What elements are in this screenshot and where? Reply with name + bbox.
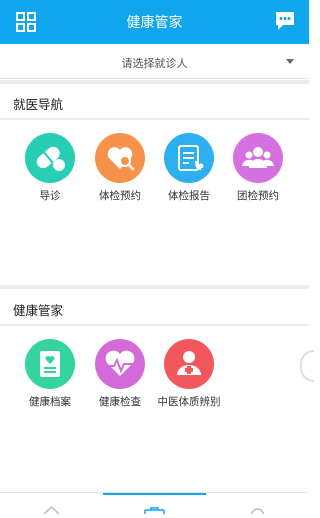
tile-guide[interactable]: 导诊 [15, 133, 85, 203]
section-divider [0, 118, 309, 120]
tile-group-booking[interactable]: 团检预约 [223, 133, 293, 203]
active-tab-indicator [103, 493, 206, 495]
section-title-medical-navigation: 就医导航 [13, 97, 64, 112]
user-icon [250, 508, 265, 518]
tile-label: 健康检查 [99, 396, 141, 408]
tile-label: 中医体质辨别 [157, 396, 221, 408]
tile-label: 体检报告 [168, 190, 210, 202]
caret-down-icon [286, 59, 294, 64]
tile-health-check[interactable]: 健康检查 [85, 339, 155, 409]
section-separator [0, 285, 309, 289]
tile-tcm-constitution[interactable]: 中医体质辨别 [154, 339, 224, 409]
tcm-person-icon [164, 339, 214, 389]
tab-profile[interactable] [206, 493, 309, 518]
tab-home[interactable] [0, 493, 103, 515]
tile-label: 健康档案 [29, 396, 71, 408]
tile-label: 体检预约 [99, 190, 141, 202]
pills-icon [25, 133, 75, 183]
report-stethoscope-icon [164, 133, 214, 183]
group-icon [233, 133, 283, 183]
heart-search-icon [95, 133, 145, 183]
top-bar: 健康管家 [0, 0, 309, 44]
side-drawer-handle[interactable] [300, 350, 314, 382]
bottom-tab-bar [0, 492, 309, 518]
briefcase-icon [144, 507, 165, 517]
chat-bubble-icon[interactable] [274, 10, 296, 32]
section-divider [0, 324, 309, 326]
tile-checkup-report[interactable]: 体检报告 [154, 133, 224, 203]
tile-label: 导诊 [39, 190, 61, 202]
tile-checkup-booking[interactable]: 体检预约 [85, 133, 155, 203]
patient-selector[interactable]: 请选择就诊人 [0, 44, 309, 79]
section-separator [0, 80, 309, 84]
tab-services[interactable] [103, 493, 206, 517]
tile-label: 团检预约 [237, 190, 279, 202]
heartbeat-icon [95, 339, 145, 389]
patient-selector-placeholder: 请选择就诊人 [121, 57, 188, 70]
page-title: 健康管家 [126, 15, 183, 31]
home-icon [43, 505, 60, 515]
health-record-icon [25, 339, 75, 389]
section-title-health-manager: 健康管家 [13, 303, 64, 318]
tile-health-record[interactable]: 健康档案 [15, 339, 85, 409]
